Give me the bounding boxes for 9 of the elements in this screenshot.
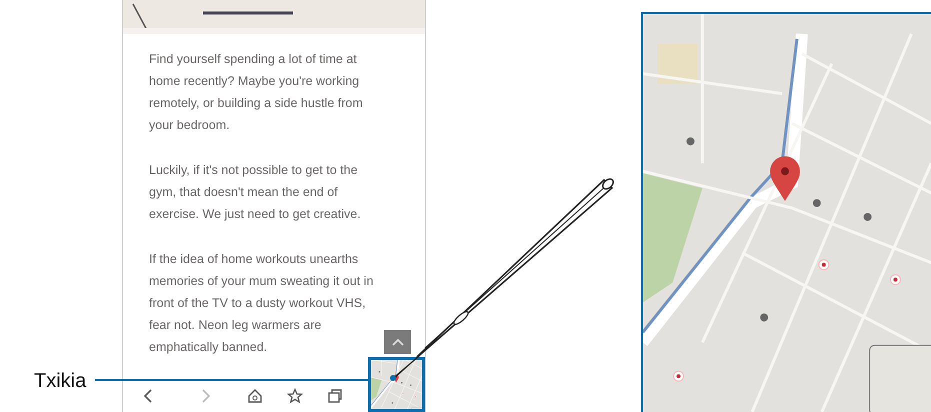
chevron-up-icon — [392, 338, 404, 346]
star-icon[interactable] — [287, 388, 303, 404]
scroll-up-button[interactable] — [384, 330, 411, 354]
paragraph: If the idea of home workouts unearths memories of your mum sweating it out in front of the TV to a dusty workout VHS, fear not. Neon leg warmers are emphatically banned. — [149, 251, 374, 356]
tabs-icon[interactable] — [327, 388, 343, 404]
home-icon[interactable] — [247, 388, 263, 404]
callout-label: Txikia — [34, 370, 86, 393]
paragraph: Find yourself spending a lot of time at home recently? Maybe you're working remotely, or building a side hustle from your bedroom. — [149, 51, 364, 134]
paragraph: Luckily, if it's not possible to get to the gym, that doesn't mean the end of exercise. We just need to get creative. — [149, 162, 362, 223]
